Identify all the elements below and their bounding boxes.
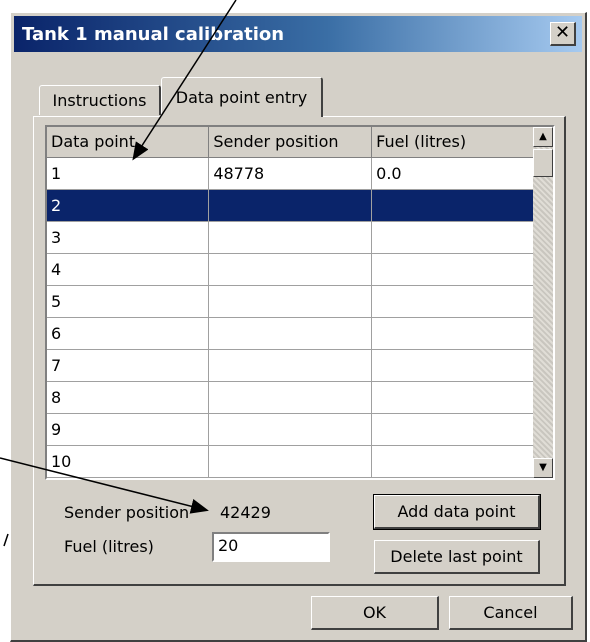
data-points-table: Data point Sender position Fuel (litres)… xyxy=(47,127,535,478)
column-header-sender-position[interactable]: Sender position xyxy=(208,127,373,158)
cell-sender-position[interactable] xyxy=(208,189,373,222)
scroll-thumb[interactable] xyxy=(533,149,553,177)
cell-data-point[interactable]: 1 xyxy=(47,157,210,190)
add-data-point-button[interactable]: Add data point xyxy=(373,494,541,530)
cell-sender-position[interactable] xyxy=(208,317,373,350)
cell-fuel[interactable] xyxy=(371,285,535,318)
table-row[interactable]: 1 48778 0.0 xyxy=(47,157,535,190)
cell-sender-position[interactable] xyxy=(208,381,373,414)
cell-sender-position[interactable] xyxy=(208,285,373,318)
table-row[interactable]: 7 xyxy=(47,349,535,382)
cell-sender-position[interactable] xyxy=(208,413,373,446)
cell-data-point[interactable]: 9 xyxy=(47,413,210,446)
delete-last-point-button[interactable]: Delete last point xyxy=(374,540,540,574)
cell-data-point[interactable]: 2 xyxy=(47,189,210,222)
cell-data-point[interactable]: 7 xyxy=(47,349,210,382)
cell-fuel[interactable] xyxy=(371,253,535,286)
cell-fuel[interactable] xyxy=(371,349,535,382)
ok-button[interactable]: OK xyxy=(311,596,439,630)
cell-sender-position[interactable] xyxy=(208,253,373,286)
window-title: Tank 1 manual calibration xyxy=(22,23,285,45)
cell-sender-position[interactable] xyxy=(208,445,373,478)
cell-sender-position[interactable] xyxy=(208,349,373,382)
cell-data-point[interactable]: 8 xyxy=(47,381,210,414)
data-point-entry-panel: Data point Sender position Fuel (litres)… xyxy=(33,116,566,586)
table-row[interactable]: 4 xyxy=(47,253,535,286)
cell-data-point[interactable]: 10 xyxy=(47,445,210,478)
title-bar[interactable]: Tank 1 manual calibration ✕ xyxy=(14,16,582,52)
cell-data-point[interactable]: 3 xyxy=(47,221,210,254)
table-row[interactable]: 8 xyxy=(47,381,535,414)
table-row[interactable]: 10 xyxy=(47,445,535,478)
column-header-data-point[interactable]: Data point xyxy=(47,127,210,158)
table-row[interactable]: 5 xyxy=(47,285,535,318)
close-icon[interactable]: ✕ xyxy=(550,22,576,46)
cell-fuel[interactable] xyxy=(371,413,535,446)
cell-data-point[interactable]: 5 xyxy=(47,285,210,318)
annotation-tick-mark xyxy=(3,533,9,547)
calibration-dialog: Tank 1 manual calibration ✕ Instructions… xyxy=(10,12,587,642)
cell-fuel[interactable] xyxy=(371,381,535,414)
vertical-scrollbar[interactable]: ▲ ▼ xyxy=(533,127,553,478)
cell-data-point[interactable]: 6 xyxy=(47,317,210,350)
table-row[interactable]: 6 xyxy=(47,317,535,350)
cancel-button[interactable]: Cancel xyxy=(449,596,573,630)
sender-position-value: 42429 xyxy=(220,503,271,522)
cell-sender-position[interactable]: 48778 xyxy=(208,157,373,190)
column-header-fuel[interactable]: Fuel (litres) xyxy=(371,127,535,158)
cell-data-point[interactable]: 4 xyxy=(47,253,210,286)
fuel-input[interactable]: 20 xyxy=(212,532,330,562)
tab-instructions[interactable]: Instructions xyxy=(39,85,161,115)
table-row-selected[interactable]: 2 xyxy=(47,189,535,222)
cell-sender-position[interactable] xyxy=(208,221,373,254)
cell-fuel[interactable] xyxy=(371,445,535,478)
cell-fuel[interactable] xyxy=(371,317,535,350)
table-row[interactable]: 3 xyxy=(47,221,535,254)
cell-fuel[interactable] xyxy=(371,221,535,254)
scroll-down-icon[interactable]: ▼ xyxy=(533,458,553,478)
sender-position-label: Sender position xyxy=(64,503,190,522)
table-row[interactable]: 9 xyxy=(47,413,535,446)
scroll-up-icon[interactable]: ▲ xyxy=(533,127,553,147)
fuel-label: Fuel (litres) xyxy=(64,537,154,556)
tab-data-point-entry[interactable]: Data point entry xyxy=(161,77,323,117)
cell-fuel[interactable] xyxy=(371,189,535,222)
cell-fuel[interactable]: 0.0 xyxy=(371,157,535,190)
data-points-grid[interactable]: Data point Sender position Fuel (litres)… xyxy=(45,125,555,480)
